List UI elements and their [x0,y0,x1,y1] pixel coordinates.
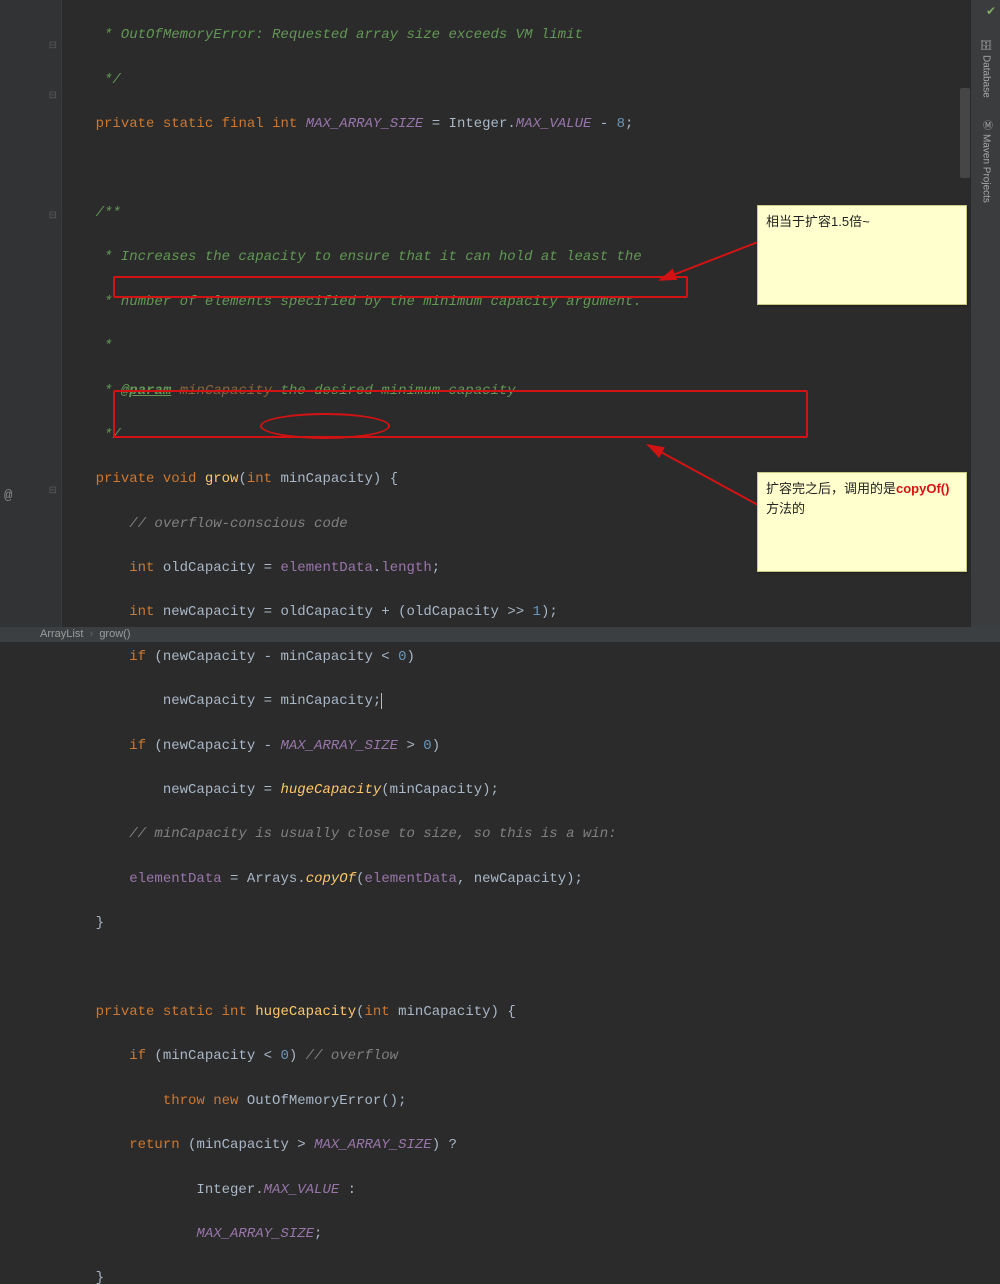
doc-comment: /** [62,205,121,221]
annotation-note-1[interactable]: 相当于扩容1.5倍~ [757,205,967,305]
override-marker-icon: @ [4,488,12,504]
breadcrumb-bar[interactable]: ArrayList › grow() [0,627,1000,642]
scrollbar-thumb[interactable] [960,88,970,178]
maven-icon: Ⓜ [979,120,994,130]
note-text: 相当于扩容1.5倍~ [766,214,870,229]
fold-icon[interactable]: ⊟ [49,40,57,52]
fold-icon[interactable]: ⊟ [49,485,57,497]
editor-gutter[interactable]: @ ⊟ ⊟ ⊟ ⊟ [0,0,62,627]
database-icon: 🗄 [981,38,992,51]
tool-tab-maven[interactable]: Ⓜ Maven Projects [974,120,998,230]
doc-comment: * OutOfMemoryError: Requested array size… [62,27,583,43]
note-text: 扩容完之后，调用的是 [766,481,896,496]
inspection-ok-icon[interactable]: ✔ [986,4,996,19]
tool-tab-database[interactable]: 🗄 Database [974,38,998,108]
note-text-highlight: copyOf() [896,481,949,496]
arrays-copyof-call: copyOf [306,871,356,887]
breadcrumb-class[interactable]: ArrayList [40,628,83,640]
annotation-note-2[interactable]: 扩容完之后，调用的是copyOf() 方法的 [757,472,967,572]
note-text: 方法的 [766,501,805,516]
method-hugecapacity: hugeCapacity [247,1004,356,1020]
breadcrumb-method[interactable]: grow() [99,628,130,640]
text-caret [381,693,382,709]
fold-icon[interactable]: ⊟ [49,90,57,102]
fold-icon[interactable]: ⊟ [49,210,57,222]
method-grow: grow [205,471,239,487]
doc-comment: */ [62,72,121,88]
caret-line: newCapacity = minCapacity; [163,693,381,709]
